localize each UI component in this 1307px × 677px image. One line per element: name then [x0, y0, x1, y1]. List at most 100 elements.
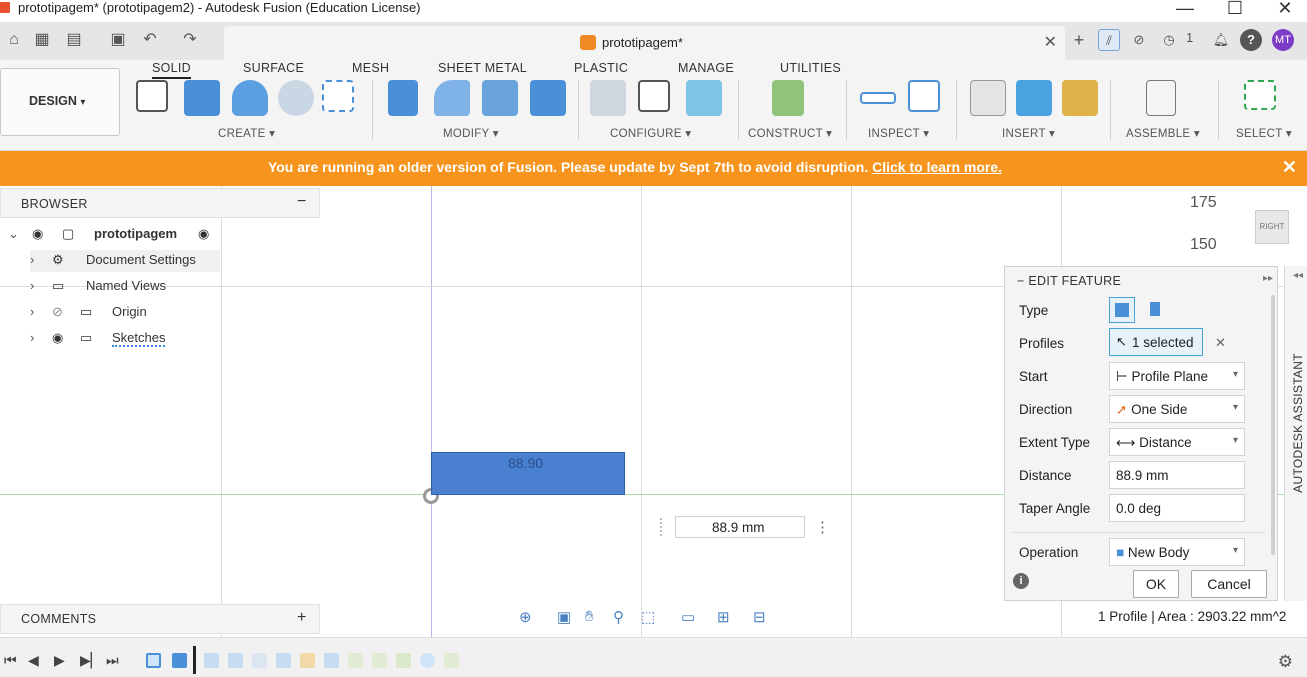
extensions-icon[interactable]: ⫽ — [1098, 29, 1120, 51]
go-to-end-icon[interactable]: ⏭︎ — [106, 652, 119, 669]
cancel-button[interactable]: Cancel — [1191, 570, 1267, 598]
user-avatar[interactable]: MT — [1272, 29, 1294, 51]
ok-button[interactable]: OK — [1133, 570, 1179, 598]
tab-sheet-metal[interactable]: SHEET METAL — [438, 61, 527, 75]
browser-collapse-button[interactable]: − — [297, 193, 307, 211]
combine-icon[interactable] — [530, 80, 566, 116]
chamfer-icon[interactable] — [482, 80, 518, 116]
eye-icon[interactable]: ◉ — [32, 226, 43, 242]
add-comment-button[interactable]: + — [297, 609, 307, 627]
maximize-button[interactable]: ☐ — [1220, 0, 1250, 19]
chevron-right-icon[interactable]: › — [30, 330, 34, 345]
grid-settings-icon[interactable]: ⊞ — [717, 608, 730, 626]
timeline-suppressed-feature[interactable] — [300, 653, 315, 668]
create-group-label[interactable]: CREATE ▾ — [218, 126, 275, 140]
job-status-clock-icon[interactable]: ◷ — [1158, 29, 1180, 51]
browser-header[interactable]: BROWSER − — [0, 188, 320, 218]
type-thin-extrude-button[interactable] — [1145, 297, 1171, 323]
play-icon[interactable]: ▶ — [54, 652, 65, 669]
home-icon[interactable]: ⌂ — [4, 30, 24, 50]
minimize-button[interactable]: — — [1170, 0, 1200, 19]
extrude-icon[interactable] — [184, 80, 220, 116]
edit-feature-header[interactable]: − EDIT FEATURE ▸▸ — [1005, 267, 1277, 293]
insert-canvas-icon[interactable] — [1016, 80, 1052, 116]
inspect-group-label[interactable]: INSPECT ▾ — [868, 126, 929, 140]
timeline-suppressed-feature[interactable] — [348, 653, 363, 668]
online-status-icon[interactable]: ⊘ — [1128, 29, 1150, 51]
tab-mesh[interactable]: MESH — [352, 61, 389, 75]
document-tab[interactable]: prototipagem* ✕ — [224, 26, 1065, 60]
start-dropdown[interactable]: ⊢ Profile Plane ▾ — [1109, 362, 1245, 390]
timeline-suppressed-feature[interactable] — [420, 653, 435, 668]
chevron-right-icon[interactable]: › — [30, 304, 34, 319]
insert-derive-icon[interactable] — [970, 80, 1006, 116]
close-window-button[interactable]: ✕ — [1270, 0, 1300, 19]
timeline-suppressed-feature[interactable] — [276, 653, 291, 668]
direction-dropdown[interactable]: ➚ One Side ▾ — [1109, 395, 1245, 423]
browser-root-item[interactable]: ⌄ ◉ ▢ prototipagem ◉ — [8, 224, 220, 246]
banner-learn-more-link[interactable]: Click to learn more. — [872, 159, 1002, 175]
distance-manipulator-input[interactable]: 88.9 mm — [675, 516, 805, 538]
tab-surface[interactable]: SURFACE — [243, 61, 304, 75]
pattern-icon[interactable] — [322, 80, 354, 112]
zoom-icon[interactable]: ⚲ — [613, 608, 624, 626]
new-tab-plus-icon[interactable]: + — [1068, 29, 1090, 51]
tab-manage[interactable]: MANAGE — [678, 61, 734, 75]
look-at-icon[interactable]: ▣ — [557, 608, 571, 626]
drag-handle-icon[interactable] — [660, 518, 672, 536]
expand-icon[interactable]: ▸▸ — [1263, 273, 1273, 284]
insert-mesh-icon[interactable] — [1062, 80, 1098, 116]
help-icon[interactable]: ? — [1240, 29, 1262, 51]
distance-input[interactable]: 88.9 mm — [1109, 461, 1245, 489]
measure-icon[interactable] — [860, 92, 896, 104]
save-icon[interactable]: ▣ — [108, 30, 128, 50]
autodesk-assistant-tab[interactable]: ◂◂ AUTODESK ASSISTANT — [1284, 266, 1307, 601]
press-pull-icon[interactable] — [388, 80, 418, 116]
chevron-right-icon[interactable]: › — [30, 278, 34, 293]
timeline-suppressed-feature[interactable] — [324, 653, 339, 668]
insert-group-label[interactable]: INSERT ▾ — [1002, 126, 1055, 140]
step-back-icon[interactable]: ◀ — [28, 652, 39, 669]
eye-hidden-icon[interactable]: ⊘ — [52, 304, 63, 320]
timeline-marker[interactable] — [193, 646, 196, 674]
clear-profiles-button[interactable]: ✕ — [1215, 335, 1226, 351]
select-group-label[interactable]: SELECT ▾ — [1236, 126, 1292, 140]
data-panel-grid-icon[interactable]: ▦ — [32, 30, 52, 50]
extent-type-dropdown[interactable]: ⟷ Distance ▾ — [1109, 428, 1245, 456]
modify-group-label[interactable]: MODIFY ▾ — [443, 126, 499, 140]
type-solid-extrude-button[interactable] — [1109, 297, 1135, 323]
new-component-icon[interactable] — [1146, 80, 1176, 116]
timeline-sketch-feature[interactable] — [146, 653, 161, 668]
pan-hand-icon[interactable]: ✋︎ — [585, 608, 594, 625]
go-to-start-icon[interactable]: ⏮︎ — [4, 652, 17, 669]
profiles-selection-button[interactable]: ↖ 1 selected — [1109, 328, 1203, 356]
undo-icon[interactable]: ↶ — [140, 30, 160, 50]
configure-table-icon[interactable] — [638, 80, 670, 112]
revolve-icon[interactable] — [232, 80, 268, 116]
timeline-suppressed-feature[interactable] — [228, 653, 243, 668]
tab-utilities[interactable]: UTILITIES — [780, 61, 841, 75]
panel-scrollbar[interactable] — [1271, 295, 1275, 555]
viewports-icon[interactable]: ⊟ — [753, 608, 766, 626]
assemble-group-label[interactable]: ASSEMBLE ▾ — [1126, 126, 1200, 140]
configure-group-label[interactable]: CONFIGURE ▾ — [610, 126, 691, 140]
banner-close-button[interactable]: ✕ — [1282, 157, 1297, 178]
timeline-extrude-feature[interactable] — [172, 653, 187, 668]
close-tab-button[interactable]: ✕ — [1044, 32, 1057, 52]
info-icon[interactable]: i — [1013, 573, 1029, 589]
browser-item-document-settings[interactable]: › ⚙ Document Settings — [30, 250, 220, 272]
timeline-suppressed-feature[interactable] — [204, 653, 219, 668]
construct-group-label[interactable]: CONSTRUCT ▾ — [748, 126, 832, 140]
timeline-settings-gear-icon[interactable]: ⚙ — [1278, 652, 1293, 672]
browser-item-origin[interactable]: › ⊘ ▭ Origin — [30, 302, 220, 324]
file-menu-icon[interactable]: ▤ — [64, 30, 84, 50]
browser-item-named-views[interactable]: › ▭ Named Views — [30, 276, 220, 298]
tab-plastic[interactable]: PLASTIC — [574, 61, 628, 75]
create-sketch-icon[interactable] — [136, 80, 168, 112]
extrude-profile[interactable]: 88.90 — [431, 452, 625, 495]
chevron-right-icon[interactable]: › — [30, 252, 34, 267]
chevron-down-icon[interactable]: ⌄ — [8, 226, 19, 242]
fillet-icon[interactable] — [434, 80, 470, 116]
step-forward-icon[interactable]: ▶▏ — [80, 652, 102, 669]
timeline-suppressed-feature[interactable] — [252, 653, 267, 668]
